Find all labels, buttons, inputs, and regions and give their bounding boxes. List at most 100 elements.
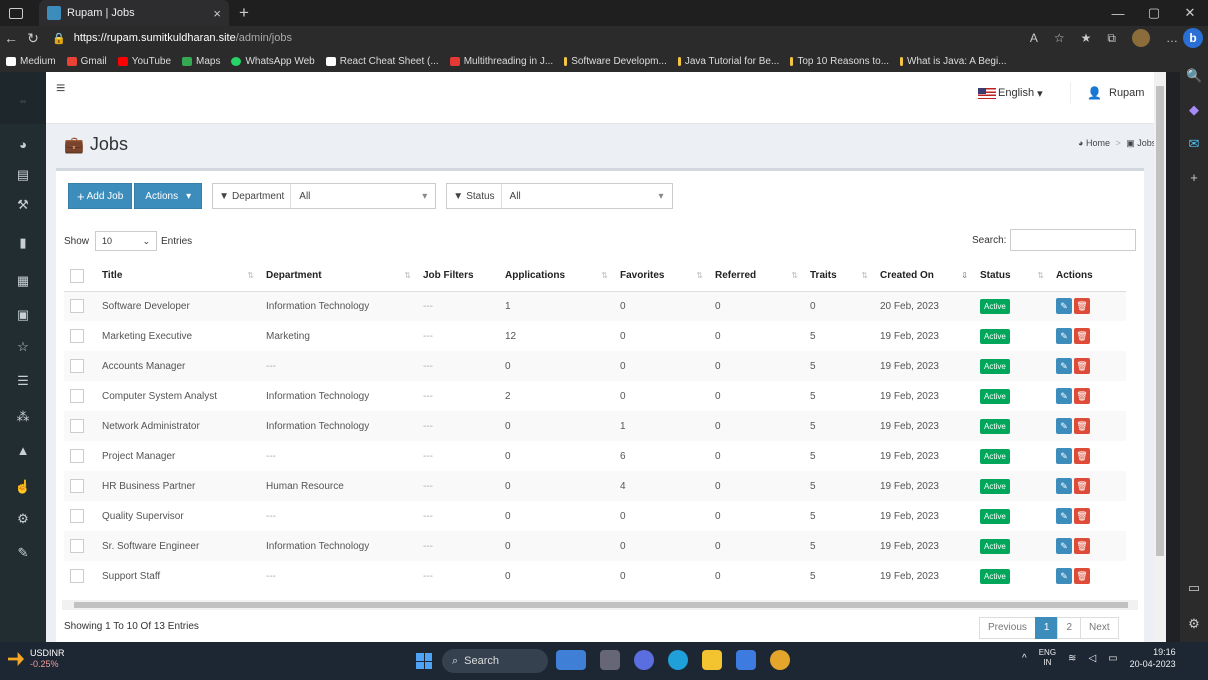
scrollbar-thumb[interactable] xyxy=(74,602,1128,608)
file-explorer-icon[interactable] xyxy=(702,650,722,670)
store-icon[interactable] xyxy=(736,650,756,670)
row-checkbox[interactable] xyxy=(70,299,84,314)
column-header[interactable]: Favorites ⇅ xyxy=(614,261,709,292)
user-menu[interactable]: 👤 Rupam xyxy=(1070,82,1144,104)
row-checkbox[interactable] xyxy=(70,419,84,433)
url-field[interactable]: 🔒 https://rupam.sumitkuldharan.site/admi… xyxy=(52,32,292,45)
row-checkbox[interactable] xyxy=(70,389,84,403)
delete-icon[interactable]: 🗑 xyxy=(1074,508,1090,524)
edge-icon[interactable] xyxy=(668,650,688,670)
edit-icon[interactable]: ✎ xyxy=(1056,508,1072,524)
copilot-icon[interactable]: ◆ xyxy=(1186,102,1202,118)
favorites-icon[interactable]: ★ xyxy=(1081,31,1092,45)
bookmark-item[interactable]: Java Tutorial for Be... xyxy=(677,56,779,67)
close-window-icon[interactable]: ✕ xyxy=(1172,5,1208,21)
meet-icon[interactable] xyxy=(634,650,654,670)
bookmark-item[interactable]: Medium xyxy=(6,56,56,67)
search-icon[interactable]: 🔍 xyxy=(1186,68,1202,84)
select-all-checkbox[interactable] xyxy=(70,268,84,283)
status-select[interactable]: All ▾ xyxy=(502,184,672,208)
list-icon[interactable]: ☰ xyxy=(14,372,32,390)
users-icon[interactable]: ⁂ xyxy=(14,408,32,426)
language-selector[interactable]: English ▾ xyxy=(978,82,1043,104)
taskbar-search[interactable]: ⌕ Search xyxy=(442,649,548,673)
refresh-icon[interactable]: ↻ xyxy=(22,30,44,47)
minimize-icon[interactable]: — xyxy=(1100,6,1136,21)
search-input[interactable] xyxy=(1010,229,1137,251)
edit-icon[interactable]: ✎ xyxy=(14,544,32,562)
list-box-icon[interactable]: ▦ xyxy=(14,272,32,290)
close-tab-icon[interactable]: × xyxy=(213,6,221,21)
workspaces-icon[interactable] xyxy=(9,7,23,19)
dashboard-icon[interactable]: ◕ xyxy=(14,136,32,154)
bookmark-item[interactable]: WhatsApp Web xyxy=(231,56,315,67)
breadcrumb-home[interactable]: Home xyxy=(1086,138,1110,148)
row-checkbox[interactable] xyxy=(70,449,84,463)
horizontal-scrollbar[interactable] xyxy=(62,600,1138,610)
graduation-icon[interactable]: ▲ xyxy=(14,442,32,460)
add-icon[interactable]: + xyxy=(1186,170,1202,186)
bookmark-item[interactable]: What is Java: A Begi... xyxy=(900,56,1007,67)
bookmark-item[interactable]: YouTube xyxy=(117,56,171,67)
tray-overflow-icon[interactable]: ^ xyxy=(1022,653,1027,664)
delete-icon[interactable]: 🗑 xyxy=(1074,568,1090,584)
new-tab-icon[interactable]: + xyxy=(239,3,249,23)
actions-dropdown-button[interactable]: Actions ▾ xyxy=(134,183,203,209)
edit-icon[interactable]: ✎ xyxy=(1056,568,1072,584)
bookmark-item[interactable]: Multithreading in J... xyxy=(449,56,553,67)
delete-icon[interactable]: 🗑 xyxy=(1074,388,1090,404)
next-page-button[interactable]: Next xyxy=(1080,617,1119,639)
edit-icon[interactable]: ✎ xyxy=(1056,298,1072,315)
department-filter[interactable]: ▼ Department All ▾ xyxy=(212,183,437,209)
edit-icon[interactable]: ✎ xyxy=(1056,418,1072,434)
row-checkbox[interactable] xyxy=(70,509,84,523)
wifi-icon[interactable]: ≋ xyxy=(1068,653,1076,664)
column-header[interactable]: Department ⇅ xyxy=(260,261,417,292)
back-icon[interactable]: ← xyxy=(0,30,22,46)
briefcase-icon[interactable]: ▣ xyxy=(14,306,32,324)
stock-widget[interactable]: USDINR -0.25% xyxy=(8,648,65,670)
bookmark-item[interactable]: Software Developm... xyxy=(564,56,667,67)
row-checkbox[interactable] xyxy=(70,329,84,343)
cogs-icon[interactable]: ⚙ xyxy=(14,510,32,528)
edit-icon[interactable]: ✎ xyxy=(1056,448,1072,464)
edit-icon[interactable]: ✎ xyxy=(1056,358,1072,374)
page-2-button[interactable]: 2 xyxy=(1057,617,1082,639)
entries-select[interactable]: 10 ⌄ xyxy=(95,231,158,251)
bing-icon[interactable]: b xyxy=(1183,28,1203,48)
previous-page-button[interactable]: Previous xyxy=(979,617,1036,639)
widgets-icon[interactable] xyxy=(556,650,586,670)
bookmark-item[interactable]: Top 10 Reasons to... xyxy=(790,56,889,67)
column-header[interactable]: Title ⇅ xyxy=(96,261,260,292)
row-checkbox[interactable] xyxy=(70,539,84,553)
column-header[interactable]: Applications ⇅ xyxy=(499,261,614,292)
delete-icon[interactable]: 🗑 xyxy=(1074,418,1090,434)
bookmark-item[interactable]: Gmail xyxy=(66,56,107,67)
row-checkbox[interactable] xyxy=(70,359,84,373)
delete-icon[interactable]: 🗑 xyxy=(1074,358,1090,374)
outlook-icon[interactable]: ✉ xyxy=(1186,136,1202,152)
bookmark-item[interactable]: Maps xyxy=(182,56,220,67)
browser-tab[interactable]: Rupam | Jobs × xyxy=(39,0,229,26)
bookmark-item[interactable]: React Cheat Sheet (... xyxy=(325,56,439,67)
delete-icon[interactable]: 🗑 xyxy=(1074,538,1090,554)
delete-icon[interactable]: 🗑 xyxy=(1074,298,1090,315)
delete-icon[interactable]: 🗑 xyxy=(1074,478,1090,494)
column-header[interactable]: Status ⇅ xyxy=(974,261,1050,292)
row-checkbox[interactable] xyxy=(70,479,84,493)
more-icon[interactable]: … xyxy=(1166,31,1178,45)
delete-icon[interactable]: 🗑 xyxy=(1074,328,1090,344)
cards-icon[interactable]: ▤ xyxy=(14,166,32,184)
edit-icon[interactable]: ✎ xyxy=(1056,328,1072,344)
clock[interactable]: 19:16 20-04-2023 xyxy=(1130,646,1176,670)
edit-icon[interactable]: ✎ xyxy=(1056,538,1072,554)
edit-icon[interactable]: ✎ xyxy=(1056,388,1072,404)
chrome-icon[interactable] xyxy=(770,650,790,670)
settings-icon[interactable]: ⚙ xyxy=(1186,616,1202,632)
delete-icon[interactable]: 🗑 xyxy=(1074,448,1090,464)
add-job-button[interactable]: + Add Job xyxy=(68,183,133,209)
volume-icon[interactable]: ◁ xyxy=(1088,653,1096,664)
star-icon[interactable]: ☆ xyxy=(14,338,32,356)
column-header[interactable]: Created On ⇩ xyxy=(874,261,974,292)
restore-icon[interactable]: ▢ xyxy=(1136,5,1172,21)
